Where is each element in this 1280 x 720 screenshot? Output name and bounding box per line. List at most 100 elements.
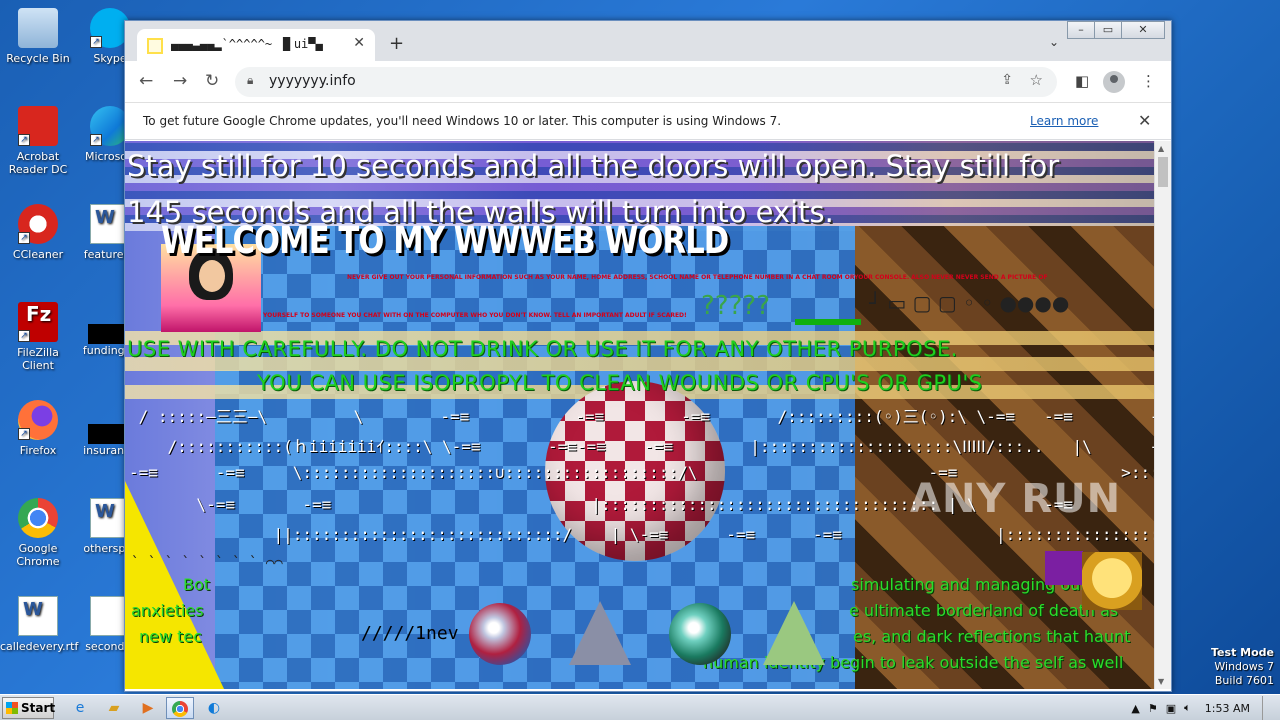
start-button[interactable]: Start bbox=[2, 697, 55, 719]
purple-image bbox=[1045, 551, 1083, 585]
glass-orb-image bbox=[469, 603, 531, 665]
menu-kebab-icon[interactable]: ⋮ bbox=[1141, 72, 1156, 90]
ascii-art-line-1: / :::::—三三—\ \ -=≡ -=≡ -=≡ /:::::::::(◦)… bbox=[129, 407, 1155, 426]
url-text[interactable]: yyyyyyy.info bbox=[269, 73, 356, 89]
maximize-button[interactable]: ▭ bbox=[1094, 21, 1122, 39]
action-center-flag-icon[interactable]: ⚑ bbox=[1148, 702, 1158, 715]
test-mode-line-3: Build 7601 bbox=[1214, 674, 1274, 687]
title-bar: ▄▄▄▃▄▄▂`^^^^^~ ▐▌ui▀▄ ✕ + ⌄ – ▭ ✕ bbox=[125, 21, 1171, 61]
symbol-row: ┘ ▭ ▢ ▢ ◦ ◦ ●●●● bbox=[869, 291, 1070, 315]
scroll-up-arrow-icon[interactable]: ▲ bbox=[1158, 144, 1164, 153]
browser-toolbar: ← → ↻ 🔒︎ yyyyyyy.info ⇪ ☆ ◧ ⋮ bbox=[125, 61, 1171, 103]
scribble-text: /////1nev bbox=[361, 623, 459, 644]
web-page-content[interactable]: Stay still for 10 seconds and all the do… bbox=[125, 141, 1155, 689]
window-controls: – ▭ ✕ bbox=[1067, 21, 1165, 39]
warning-line-1: USE WITH CAREFULLY. DO NOT DRINK OR USE … bbox=[127, 337, 958, 361]
tab-title: ▄▄▄▃▄▄▂`^^^^^~ ▐▌ui▀▄ bbox=[171, 37, 323, 51]
desktop-icon-label: Acrobat Reader DC bbox=[8, 150, 68, 176]
scrollbar-thumb[interactable] bbox=[1158, 157, 1168, 187]
clock[interactable]: 1:53 AM bbox=[1205, 702, 1250, 715]
pyramid-image bbox=[569, 601, 631, 665]
pyramid-image bbox=[763, 601, 825, 665]
word-document-icon: W bbox=[18, 596, 58, 636]
green-paragraph-left-2: anxieties bbox=[131, 601, 204, 620]
close-tab-icon[interactable]: ✕ bbox=[353, 35, 365, 51]
minimize-button[interactable]: – bbox=[1067, 21, 1095, 39]
learn-more-link[interactable]: Learn more bbox=[1030, 114, 1098, 128]
desktop-icon-google-chrome[interactable]: Google Chrome bbox=[0, 498, 76, 568]
taskbar-chrome-icon[interactable] bbox=[166, 697, 194, 719]
acrobat-icon: ↗ bbox=[18, 106, 58, 146]
taskbar-media-player-icon[interactable]: ▶ bbox=[134, 697, 162, 719]
safety-warning-line-1: NEVER GIVE OUT YOUR PERSONAL INFORMATION… bbox=[347, 274, 1048, 281]
desktop-icon-label: calledevery.rtf bbox=[0, 640, 79, 653]
filezilla-icon: Fz ↗ bbox=[18, 302, 58, 342]
desktop-icon-firefox[interactable]: ↗ Firefox bbox=[0, 400, 76, 457]
green-paragraph-right-3: es, and dark reflections that haunt bbox=[853, 627, 1131, 646]
ascii-art-line-5: ||::::::::::::::::::::::::::::/ | \-=≡ -… bbox=[273, 525, 1155, 544]
tray-expand-icon[interactable]: ▲ bbox=[1131, 702, 1139, 715]
redacted-icon-image bbox=[88, 324, 124, 344]
infobar-close-icon[interactable]: ✕ bbox=[1138, 111, 1151, 130]
desktop-icon-label: Firefox bbox=[19, 444, 57, 457]
warning-line-2: YOU CAN USE ISOPROPYL TO CLEAN WOUNDS OR… bbox=[257, 371, 983, 395]
new-tab-button[interactable]: + bbox=[389, 33, 404, 54]
scroll-down-arrow-icon[interactable]: ▼ bbox=[1158, 677, 1164, 686]
volume-icon[interactable]: 🔈︎ bbox=[1184, 701, 1191, 715]
anyrun-watermark: ANY RUN bbox=[910, 476, 1122, 522]
forward-arrow-icon[interactable]: → bbox=[173, 71, 187, 91]
page-scrollbar[interactable]: ▲ ▼ bbox=[1154, 141, 1171, 689]
test-mode-line-2: Windows 7 bbox=[1214, 660, 1274, 673]
firefox-icon: ↗ bbox=[18, 400, 58, 440]
safety-warning-line-2: YOURSELF TO SOMEONE YOU CHAT WITH ON THE… bbox=[263, 312, 687, 319]
reload-icon[interactable]: ↻ bbox=[205, 71, 219, 91]
desktop-icon-label: CCleaner bbox=[12, 248, 64, 261]
back-arrow-icon[interactable]: ← bbox=[139, 71, 153, 91]
taskbar-ie-icon[interactable]: e bbox=[66, 697, 94, 719]
update-infobar: To get future Google Chrome updates, you… bbox=[125, 104, 1171, 140]
address-bar[interactable]: 🔒︎ yyyyyyy.info ⇪ ☆ bbox=[235, 67, 1057, 97]
lock-icon[interactable]: 🔒︎ bbox=[247, 73, 253, 88]
desktop-icon-filezilla[interactable]: Fz ↗ FileZilla Client bbox=[0, 302, 76, 372]
side-panel-icon[interactable]: ◧ bbox=[1075, 72, 1089, 90]
show-desktop-button[interactable] bbox=[1262, 696, 1274, 720]
ascii-art-line-2: /:::::::::::(ｈiiiiiiiｲ::::\ \-=≡ -=≡-=≡ … bbox=[167, 437, 1155, 456]
infobar-message: To get future Google Chrome updates, you… bbox=[143, 114, 782, 128]
network-icon[interactable]: ▣ bbox=[1166, 702, 1176, 715]
test-mode-notice: Test Mode Windows 7 Build 7601 bbox=[1211, 646, 1274, 688]
chrome-window: ▄▄▄▃▄▄▂`^^^^^~ ▐▌ui▀▄ ✕ + ⌄ – ▭ ✕ ← → ↻ … bbox=[124, 20, 1172, 692]
desktop-icon-label: Recycle Bin bbox=[6, 52, 70, 65]
desktop-icon-label: FileZilla Client bbox=[17, 346, 59, 372]
chrome-icon bbox=[172, 701, 188, 717]
system-tray: ▲ ⚑ ▣ 🔈︎ 1:53 AM bbox=[1123, 695, 1274, 720]
close-window-button[interactable]: ✕ bbox=[1121, 21, 1165, 39]
desktop-icon-label: Google Chrome bbox=[16, 542, 60, 568]
taskbar-explorer-icon[interactable]: ▰ bbox=[100, 697, 128, 719]
desktop-icon-label: Skype bbox=[93, 52, 127, 65]
desktop-icon-acrobat[interactable]: ↗ Acrobat Reader DC bbox=[0, 106, 76, 176]
intro-text-line-1: Stay still for 10 seconds and all the do… bbox=[127, 149, 1060, 183]
green-paragraph-left-1: Bot bbox=[183, 575, 211, 594]
redacted-icon-image bbox=[88, 424, 124, 444]
tab-search-chevron-icon[interactable]: ⌄ bbox=[1049, 35, 1059, 49]
green-paragraph-left-3: new tec bbox=[139, 627, 203, 646]
ccleaner-icon: ↗ bbox=[18, 204, 58, 244]
green-paragraph-right-2: e ultimate borderland of death as bbox=[849, 601, 1119, 620]
share-icon[interactable]: ⇪ bbox=[1001, 72, 1013, 88]
green-bar bbox=[795, 319, 861, 325]
desktop-icon-recycle-bin[interactable]: Recycle Bin bbox=[0, 8, 76, 65]
desktop-icon-ccleaner[interactable]: ↗ CCleaner bbox=[0, 204, 76, 261]
desktop-icon-calledevery[interactable]: W calledevery.rtf bbox=[0, 596, 79, 653]
golden-mask-image bbox=[1082, 552, 1142, 610]
welcome-heading: WELCOME TO MY WWWEB WORLD bbox=[161, 219, 729, 262]
profile-avatar-icon[interactable] bbox=[1103, 71, 1125, 93]
taskbar: Start e ▰ ▶ ◐ ▲ ⚑ ▣ 🔈︎ 1:53 AM bbox=[0, 694, 1280, 720]
chrome-icon bbox=[18, 498, 58, 538]
favicon-icon bbox=[147, 38, 163, 54]
taskbar-edge-icon[interactable]: ◐ bbox=[200, 697, 228, 719]
glass-orb-image bbox=[669, 603, 731, 665]
test-mode-line-1: Test Mode bbox=[1211, 646, 1274, 659]
question-marks: ????? bbox=[701, 291, 770, 321]
bookmark-star-icon[interactable]: ☆ bbox=[1030, 71, 1043, 89]
browser-tab[interactable]: ▄▄▄▃▄▄▂`^^^^^~ ▐▌ui▀▄ ✕ bbox=[137, 29, 375, 61]
